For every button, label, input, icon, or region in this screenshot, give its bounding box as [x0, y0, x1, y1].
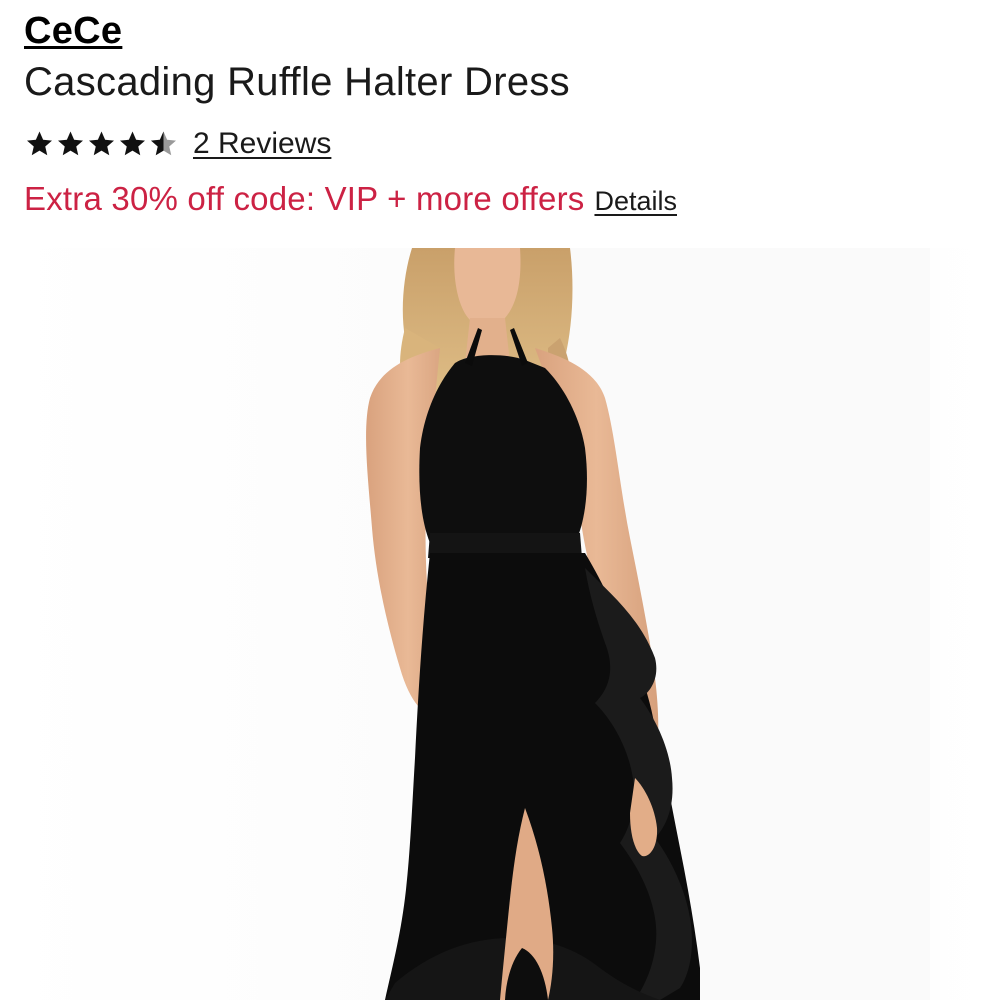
promo-offer-text: Extra 30% off code: VIP + more offers [24, 180, 585, 217]
brand-link[interactable]: CeCe [24, 8, 122, 54]
star-icon [89, 131, 114, 156]
star-icon [27, 131, 52, 156]
product-title: Cascading Ruffle Halter Dress [24, 60, 570, 104]
star-rating[interactable] [24, 129, 179, 159]
product-image[interactable] [0, 248, 997, 1000]
rating-row: 2 Reviews [24, 122, 964, 166]
product-header: CeCe Cascading Ruffle Halter Dress 2 Rev… [24, 8, 964, 218]
half-star-icon [151, 131, 176, 156]
product-photo-black-halter-dress [0, 248, 997, 1000]
offer-row: Extra 30% off code: VIP + more offers De… [24, 180, 964, 218]
star-icon [58, 131, 83, 156]
reviews-link[interactable]: 2 Reviews [193, 127, 331, 161]
star-icon [120, 131, 145, 156]
offer-details-link[interactable]: Details [594, 186, 677, 217]
